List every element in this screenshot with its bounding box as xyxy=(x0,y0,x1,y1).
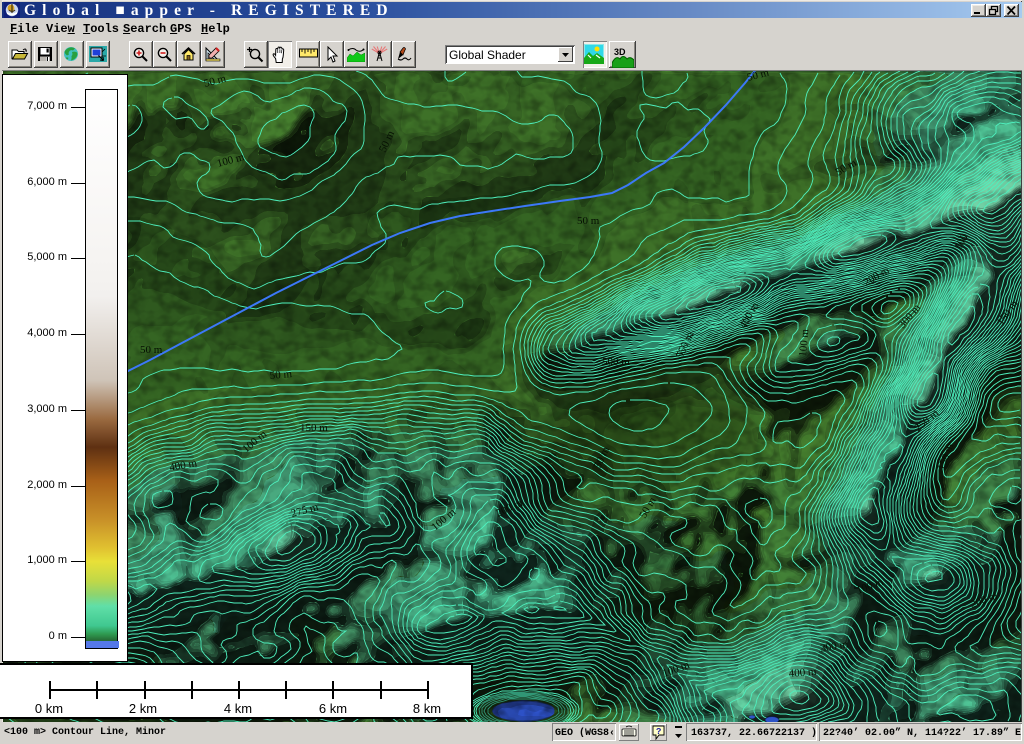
svg-text:3D: 3D xyxy=(614,47,626,57)
svg-text:?: ? xyxy=(656,727,661,737)
